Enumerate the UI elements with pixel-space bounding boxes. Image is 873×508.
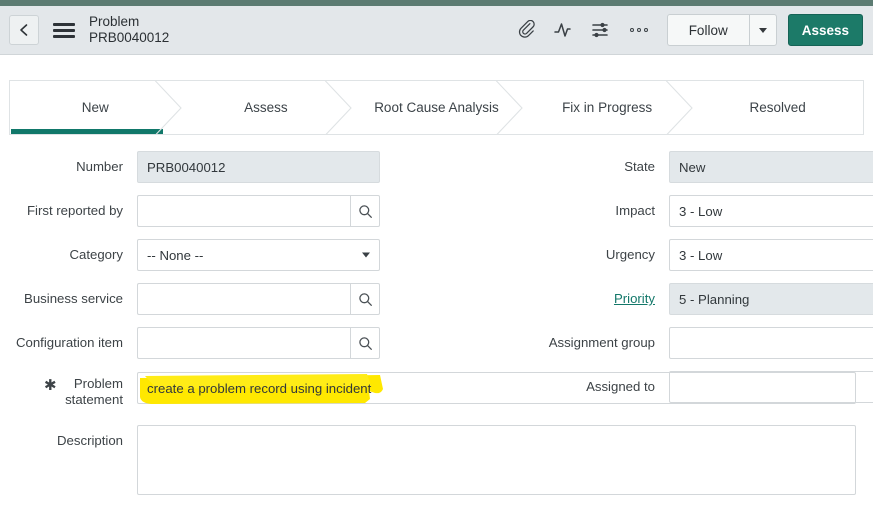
attachment-icon[interactable]: [513, 15, 543, 45]
activity-chart-icon[interactable]: [549, 15, 579, 45]
first-reported-by-reference: [137, 195, 380, 227]
field-label-description: Description: [57, 433, 123, 448]
field-row-business-service: Business service: [0, 283, 430, 315]
stage-chevron-icon: [325, 81, 352, 134]
field-row-configuration-item: Configuration item: [0, 327, 430, 359]
chevron-down-icon: [362, 252, 370, 258]
field-row-priority: Priority 5 - Planning: [436, 283, 873, 315]
record-number-label: PRB0040012: [89, 30, 170, 45]
field-control: [137, 327, 430, 359]
field-control: New: [669, 151, 873, 183]
assess-button[interactable]: Assess: [787, 14, 863, 46]
field-label-line1: Problem: [73, 376, 123, 391]
field-label-priority: Priority: [436, 283, 669, 307]
business-service-input[interactable]: [137, 283, 350, 315]
field-row-impact: Impact 3 - Low: [436, 195, 873, 227]
field-control: 3 - Low: [669, 195, 873, 227]
category-select[interactable]: -- None --: [137, 239, 380, 271]
impact-select[interactable]: 3 - Low: [669, 195, 873, 227]
record-title-block: Problem PRB0040012: [89, 14, 169, 46]
follow-dropdown-button[interactable]: [748, 14, 777, 46]
field-row-urgency: Urgency 3 - Low: [436, 239, 873, 271]
configuration-item-input[interactable]: [137, 327, 350, 359]
field-label-first-reported-by: First reported by: [26, 203, 123, 218]
field-label-problem-statement: ✱ Problem statement: [0, 372, 137, 408]
field-label-business-service: Business service: [24, 291, 123, 306]
follow-button-group: Follow: [666, 14, 777, 46]
number-input: PRB0040012: [137, 151, 380, 183]
back-button[interactable]: [9, 15, 39, 45]
field-label-configuration-item: Configuration item: [15, 335, 123, 350]
process-flow-stages: New Assess Root Cause Analysis Fix in Pr…: [9, 80, 864, 135]
field-control: 3 - Low: [669, 239, 873, 271]
first-reported-by-input[interactable]: [137, 195, 350, 227]
field-control: -- None --: [137, 239, 430, 271]
field-label-line2: statement: [65, 392, 123, 408]
field-control: [669, 327, 873, 359]
stage-active-underline: [11, 129, 163, 134]
field-control: [137, 425, 873, 495]
field-row-assignment-group: Assignment group: [436, 327, 873, 359]
priority-label-link[interactable]: Priority: [614, 291, 655, 306]
page-title: Problem: [89, 14, 140, 30]
mandatory-asterisk-icon: ✱: [44, 377, 57, 394]
field-label-number: Number: [76, 159, 123, 174]
field-row-state: State New: [436, 151, 873, 183]
assignment-group-input[interactable]: [669, 327, 873, 359]
configuration-item-reference: [137, 327, 380, 359]
field-row-category: Category -- None --: [0, 239, 430, 271]
field-label-impact: Impact: [615, 203, 655, 218]
stage-chevron-icon: [154, 81, 182, 134]
field-row-first-reported-by: First reported by: [0, 195, 430, 227]
stage-label: Fix in Progress: [562, 100, 653, 115]
stage-label: Root Cause Analysis: [374, 100, 499, 115]
search-magnifier-icon[interactable]: [350, 283, 380, 315]
state-input: New: [669, 151, 873, 183]
problem-statement-value: create a problem record using incident: [147, 380, 372, 396]
stage-chevron-icon: [495, 81, 523, 134]
field-row-number: Number PRB0040012: [0, 151, 430, 183]
search-magnifier-icon[interactable]: [350, 327, 380, 359]
stage-fix-in-progress[interactable]: Fix in Progress: [522, 81, 694, 134]
field-control: create a problem record using incident: [137, 372, 873, 404]
field-row-description: Description: [0, 425, 873, 507]
field-control: PRB0040012: [137, 151, 430, 183]
stage-label: Resolved: [749, 100, 806, 115]
problem-statement-input[interactable]: create a problem record using incident: [137, 372, 856, 404]
stage-label: New: [81, 100, 109, 115]
chevron-left-icon: [18, 23, 31, 37]
stage-new[interactable]: New: [10, 81, 182, 134]
business-service-reference: [137, 283, 380, 315]
hamburger-menu-icon[interactable]: [53, 20, 75, 41]
chevron-down-icon: [758, 27, 767, 33]
stage-root-cause-analysis[interactable]: Root Cause Analysis: [351, 81, 523, 134]
description-textarea[interactable]: [137, 425, 856, 495]
stage-chevron-icon: [666, 81, 694, 134]
stage-label: Assess: [244, 100, 288, 115]
urgency-select[interactable]: 3 - Low: [669, 239, 873, 271]
more-options-ellipsis-icon[interactable]: [621, 15, 657, 45]
field-row-problem-statement: ✱ Problem statement create a problem rec…: [0, 372, 873, 418]
field-label-category: Category: [69, 247, 123, 262]
search-magnifier-icon[interactable]: [350, 195, 380, 227]
form-column-left: Number PRB0040012 First reported by Cate…: [0, 151, 430, 371]
stage-resolved[interactable]: Resolved: [692, 81, 863, 134]
field-label-assignment-group: Assignment group: [548, 335, 655, 350]
field-label-urgency: Urgency: [605, 247, 655, 262]
category-selected-value: -- None --: [147, 247, 204, 263]
stage-assess[interactable]: Assess: [181, 81, 352, 134]
field-control: 5 - Planning: [669, 283, 873, 315]
record-header-bar: Problem PRB0040012 Follow Assess: [0, 6, 873, 55]
field-label-state: State: [624, 159, 655, 174]
follow-button[interactable]: Follow: [666, 14, 749, 46]
priority-input: 5 - Planning: [669, 283, 873, 315]
personalize-sliders-icon[interactable]: [585, 15, 615, 45]
field-control: [137, 283, 430, 315]
problem-form: Number PRB0040012 First reported by Cate…: [0, 135, 873, 508]
field-control: [137, 195, 430, 227]
